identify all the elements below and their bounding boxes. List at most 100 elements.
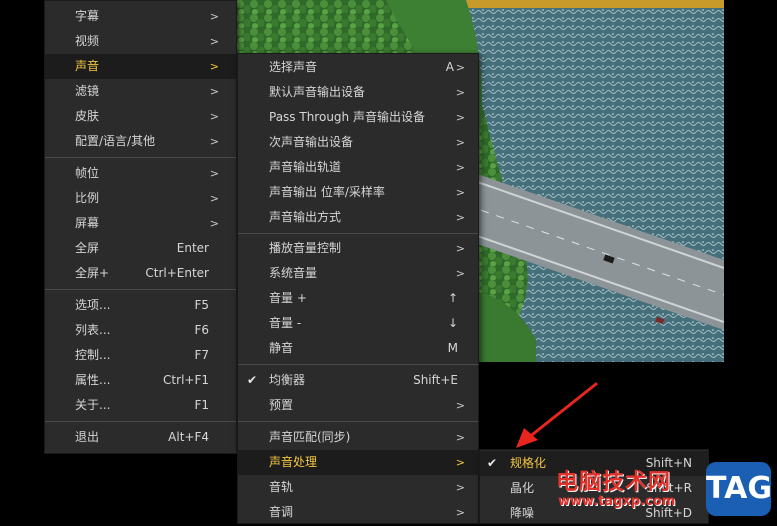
checkmark-icon: ✔ [487, 456, 498, 470]
submenu-arrow-icon: > [209, 60, 219, 73]
volume-up-arrow-icon: ↑ [447, 291, 458, 305]
menu-item-audio-sync[interactable]: 声音匹配(同步) > [238, 425, 478, 450]
menu-item-label: 播放音量控制 [269, 241, 342, 255]
menu-item-subtitle[interactable]: 字幕 > [45, 4, 236, 29]
menu-item-label: 声音输出轨道 [269, 160, 342, 174]
menu-item-volume-up[interactable]: 音量 + ↑ [238, 286, 478, 311]
submenu-arrow-icon: > [209, 35, 219, 48]
menu-item-label: 音调 [269, 505, 294, 519]
menu-item-fullscreen-plus[interactable]: 全屏+ Ctrl+Enter [45, 261, 236, 286]
menu-item-label: 退出 [75, 430, 100, 444]
menu-item-normalize[interactable]: ✔ 规格化 Shift+N [480, 451, 708, 476]
menu-item-label: 系统音量 [269, 266, 318, 280]
menu-item-audio-track[interactable]: 音轨 > [238, 475, 478, 500]
menu-divider [238, 421, 478, 422]
menu-item-output-mode[interactable]: 声音输出方式 > [238, 205, 478, 230]
menu-item-config[interactable]: 配置/语言/其他 > [45, 129, 236, 154]
menu-item-select-audio[interactable]: 选择声音 A > [238, 55, 478, 80]
menu-item-output-track[interactable]: 声音输出轨道 > [238, 155, 478, 180]
menu-item-volume-down[interactable]: 音量 - ↓ [238, 311, 478, 336]
menu-item-pitch[interactable]: 音调 > [238, 500, 478, 525]
menu-item-label: 帧位 [75, 166, 100, 180]
menu-item-label: 配置/语言/其他 [75, 134, 156, 148]
menu-item-label: 全屏+ [75, 266, 110, 280]
menu-item-about[interactable]: 关于... F1 [45, 393, 236, 418]
menu-item-label: 字幕 [75, 9, 100, 23]
menu-divider [238, 233, 478, 234]
submenu-arrow-icon: > [455, 242, 465, 255]
submenu-arrow-icon: > [455, 136, 465, 149]
menu-item-label: 全屏 [75, 241, 100, 255]
menu-item-label: 默认声音输出设备 [269, 85, 366, 99]
checkmark-icon: ✔ [247, 373, 258, 387]
submenu-arrow-icon: > [455, 267, 465, 280]
menu-item-ratio[interactable]: 比例 > [45, 186, 236, 211]
menu-item-label: 音轨 [269, 480, 294, 494]
menu-item-shortcut: F1 [194, 398, 209, 412]
menu-item-label: 降噪 [510, 506, 535, 520]
menu-item-noise-reduction[interactable]: 降噪 Shift+D [480, 501, 708, 526]
menu-item-audio-processing[interactable]: 声音处理 > [238, 450, 478, 475]
menu-item-label: Pass Through 声音输出设备 [269, 110, 425, 124]
menu-item-options[interactable]: 选项... F5 [45, 293, 236, 318]
submenu-arrow-icon: > [209, 135, 219, 148]
menu-item-label: 声音匹配(同步) [269, 430, 351, 444]
menu-item-equalizer[interactable]: ✔ 均衡器 Shift+E [238, 368, 478, 393]
menu-item-fullscreen[interactable]: 全屏 Enter [45, 236, 236, 261]
submenu-arrow-icon: > [455, 506, 465, 519]
menu-item-filter[interactable]: 滤镜 > [45, 79, 236, 104]
tag-logo-icon: TAG [706, 462, 772, 516]
menu-divider [238, 364, 478, 365]
menu-item-secondary-output-device[interactable]: 次声音输出设备 > [238, 130, 478, 155]
menu-item-sound[interactable]: 声音 > [45, 54, 236, 79]
menu-item-pass-through-device[interactable]: Pass Through 声音输出设备 > [238, 105, 478, 130]
menu-item-label: 屏幕 [75, 216, 100, 230]
menu-item-label: 晶化 [510, 481, 535, 495]
menu-item-label: 声音 [75, 59, 100, 73]
menu-item-mute[interactable]: 静音 M [238, 336, 478, 361]
menu-item-output-bitrate[interactable]: 声音输出 位率/采样率 > [238, 180, 478, 205]
menu-item-preset[interactable]: 预置 > [238, 393, 478, 418]
menu-divider [45, 157, 236, 158]
menu-item-skin[interactable]: 皮肤 > [45, 104, 236, 129]
menu-item-volume-control[interactable]: 播放音量控制 > [238, 236, 478, 261]
menu-item-default-output-device[interactable]: 默认声音输出设备 > [238, 80, 478, 105]
menu-item-label: 滤镜 [75, 84, 100, 98]
menu-item-label: 属性... [75, 373, 111, 387]
menu-item-label: 静音 [269, 341, 294, 355]
menu-item-shortcut: M [447, 341, 458, 355]
submenu-arrow-icon: > [455, 456, 465, 469]
sound-submenu: 选择声音 A > 默认声音输出设备 > Pass Through 声音输出设备 … [237, 53, 479, 524]
menu-item-label: 音量 + [269, 291, 307, 305]
menu-item-frame[interactable]: 帧位 > [45, 161, 236, 186]
menu-item-label: 声音输出方式 [269, 210, 342, 224]
menu-item-video[interactable]: 视频 > [45, 29, 236, 54]
menu-item-system-volume[interactable]: 系统音量 > [238, 261, 478, 286]
menu-item-exit[interactable]: 退出 Alt+F4 [45, 425, 236, 450]
submenu-arrow-icon: > [455, 211, 465, 224]
menu-item-label: 均衡器 [269, 373, 306, 387]
submenu-arrow-icon: > [209, 10, 219, 23]
menu-item-screen[interactable]: 屏幕 > [45, 211, 236, 236]
menu-item-shortcut: Ctrl+F1 [163, 373, 209, 387]
menu-item-properties[interactable]: 属性... Ctrl+F1 [45, 368, 236, 393]
menu-item-label: 规格化 [510, 456, 547, 470]
audio-processing-submenu: ✔ 规格化 Shift+N 晶化 Shift+R 降噪 Shift+D [479, 449, 709, 524]
submenu-arrow-icon: > [209, 110, 219, 123]
submenu-arrow-icon: > [209, 85, 219, 98]
menu-item-control[interactable]: 控制... F7 [45, 343, 236, 368]
menu-item-shortcut: F5 [194, 298, 209, 312]
menu-item-playlist[interactable]: 列表... F6 [45, 318, 236, 343]
menu-item-label: 列表... [75, 323, 111, 337]
menu-item-crystalize[interactable]: 晶化 Shift+R [480, 476, 708, 501]
menu-item-shortcut: Alt+F4 [168, 430, 209, 444]
menu-item-label: 预置 [269, 398, 294, 412]
submenu-arrow-icon: > [455, 399, 465, 412]
menu-item-label: 声音输出 位率/采样率 [269, 185, 385, 199]
menu-item-label: 音量 - [269, 316, 302, 330]
submenu-arrow-icon: > [455, 86, 465, 99]
menu-item-label: 选项... [75, 298, 111, 312]
volume-down-arrow-icon: ↓ [447, 316, 458, 330]
menu-item-shortcut: F6 [194, 323, 209, 337]
submenu-arrow-icon: > [209, 167, 219, 180]
